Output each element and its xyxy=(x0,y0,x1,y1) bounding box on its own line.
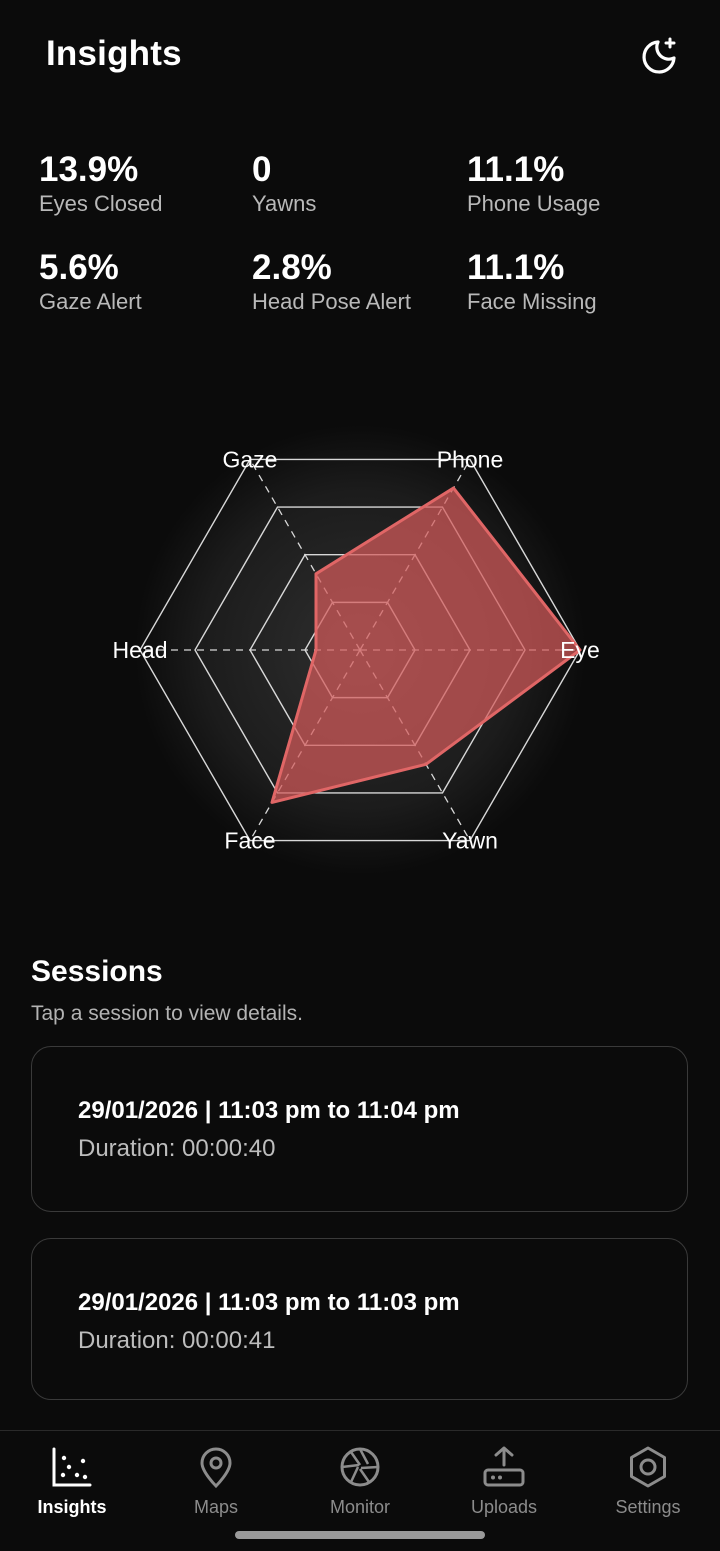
radar-axis-label-gaze: Gaze xyxy=(223,446,278,472)
radar-axis-label-phone: Phone xyxy=(437,446,504,472)
app-header: Insights xyxy=(0,0,720,110)
stat-phone-usage: 11.1% Phone Usage xyxy=(467,148,677,219)
home-indicator xyxy=(235,1531,485,1539)
stat-value: 11.1% xyxy=(467,148,677,192)
sessions-title: Sessions xyxy=(31,955,163,989)
chart-scatter-icon xyxy=(50,1445,94,1489)
stat-value: 2.8% xyxy=(252,246,462,290)
stat-value: 0 xyxy=(252,148,462,192)
page-title: Insights xyxy=(46,34,182,74)
nav-label: Uploads xyxy=(432,1497,576,1518)
radar-axis-label-eye: Eye xyxy=(560,637,600,663)
nav-uploads[interactable]: Uploads xyxy=(432,1431,576,1531)
nav-maps[interactable]: Maps xyxy=(144,1431,288,1531)
session-time-range: 29/01/2026 | 11:03 pm to 11:03 pm xyxy=(78,1289,460,1317)
radar-chart: Eye Phone Gaze Head Face Yawn xyxy=(0,420,720,880)
stat-gaze-alert: 5.6% Gaze Alert xyxy=(39,246,249,317)
radar-axis-label-yawn: Yawn xyxy=(442,828,498,854)
stat-label: Yawns xyxy=(252,189,462,219)
sessions-subtitle: Tap a session to view details. xyxy=(31,1002,303,1026)
stat-label: Head Pose Alert xyxy=(252,287,462,317)
session-card[interactable]: 29/01/2026 | 11:03 pm to 11:03 pm Durati… xyxy=(31,1238,688,1400)
camera-aperture-icon xyxy=(338,1445,382,1489)
session-time-range: 29/01/2026 | 11:03 pm to 11:04 pm xyxy=(78,1097,460,1125)
theme-toggle-button[interactable] xyxy=(634,30,686,82)
stat-label: Eyes Closed xyxy=(39,189,249,219)
nav-settings[interactable]: Settings xyxy=(576,1431,720,1531)
nav-label: Settings xyxy=(576,1497,720,1518)
stat-head-pose-alert: 2.8% Head Pose Alert xyxy=(252,246,462,317)
moon-sparkle-icon xyxy=(640,36,680,76)
nav-label: Monitor xyxy=(288,1497,432,1518)
session-duration: Duration: 00:00:41 xyxy=(78,1327,275,1355)
stat-face-missing: 11.1% Face Missing xyxy=(467,246,677,317)
stat-value: 11.1% xyxy=(467,246,677,290)
stat-yawns: 0 Yawns xyxy=(252,148,462,219)
nav-label: Maps xyxy=(144,1497,288,1518)
stat-value: 5.6% xyxy=(39,246,249,290)
stat-value: 13.9% xyxy=(39,148,249,192)
stat-label: Phone Usage xyxy=(467,189,677,219)
stat-label: Gaze Alert xyxy=(39,287,249,317)
radar-axis-label-head: Head xyxy=(113,637,168,663)
radar-chart-svg: Eye Phone Gaze Head Face Yawn xyxy=(0,420,720,880)
session-card[interactable]: 29/01/2026 | 11:03 pm to 11:04 pm Durati… xyxy=(31,1046,688,1212)
stat-label: Face Missing xyxy=(467,287,677,317)
nav-label: Insights xyxy=(0,1497,144,1518)
stat-eyes-closed: 13.9% Eyes Closed xyxy=(39,148,249,219)
session-duration: Duration: 00:00:40 xyxy=(78,1135,275,1163)
map-pin-icon xyxy=(194,1445,238,1489)
upload-icon xyxy=(482,1445,526,1489)
nav-monitor[interactable]: Monitor xyxy=(288,1431,432,1531)
nav-insights[interactable]: Insights xyxy=(0,1431,144,1531)
radar-axis-label-face: Face xyxy=(224,828,275,854)
hexagon-settings-icon xyxy=(626,1445,670,1489)
